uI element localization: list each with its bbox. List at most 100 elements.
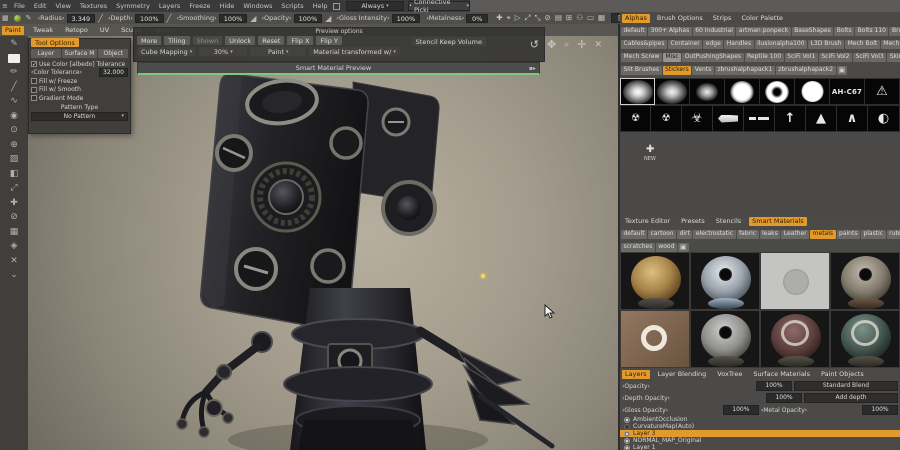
material-category[interactable]: cartoon bbox=[648, 230, 676, 239]
preview-button[interactable]: Tiling bbox=[164, 36, 189, 45]
layers-panel-tab[interactable]: Paint Objects bbox=[818, 370, 867, 379]
airbrush-tool-icon[interactable]: ◉ bbox=[10, 111, 18, 121]
fill-freeze-row[interactable]: Fill w/ Freeze bbox=[31, 77, 128, 86]
alpha-category[interactable]: Mech Prop bbox=[881, 40, 900, 49]
alpha-category[interactable]: Skin bbox=[887, 53, 900, 62]
alpha-category[interactable]: Vents bbox=[692, 66, 714, 75]
depth-control[interactable]: ‹Depth› 100% bbox=[106, 14, 164, 23]
material-category[interactable]: fabric bbox=[737, 230, 759, 239]
smudge-tool-icon[interactable]: ⊙ bbox=[10, 125, 18, 135]
preview-button[interactable]: Flip Y bbox=[316, 36, 342, 45]
texture-panel-tab[interactable]: Stencils bbox=[713, 217, 744, 226]
stencil-keep-volume-button[interactable]: Stencil Keep Volume bbox=[412, 37, 486, 46]
pan-icon[interactable]: ✛ bbox=[577, 38, 586, 51]
alpha-category[interactable]: SciFi Vol2 bbox=[819, 53, 852, 62]
alpha-thumb-bullet[interactable] bbox=[713, 105, 744, 132]
material-category[interactable]: metals bbox=[810, 230, 835, 239]
expand-icon[interactable]: ⤢ bbox=[525, 13, 531, 23]
material-thumb-steel[interactable] bbox=[690, 252, 760, 310]
fill-tool-icon[interactable] bbox=[8, 54, 20, 63]
room-tab[interactable]: Retopo bbox=[62, 26, 91, 35]
room-tab[interactable]: UV bbox=[97, 26, 112, 35]
falloff-curve-icon[interactable]: ◢ bbox=[250, 14, 256, 23]
clone-tool-icon[interactable]: ⊕ bbox=[10, 140, 18, 150]
close-icon[interactable]: ✕ bbox=[594, 40, 602, 50]
alpha-thumb-radiation-2[interactable]: ☢ bbox=[651, 105, 682, 132]
checkbox-icon[interactable] bbox=[31, 95, 37, 101]
menu-item[interactable]: File bbox=[14, 2, 25, 10]
right-panel-tab[interactable]: Strips bbox=[710, 14, 735, 23]
erase-tool-icon[interactable]: ⊘ bbox=[10, 212, 18, 222]
layers-panel-tab[interactable]: Surface Materials bbox=[750, 370, 813, 379]
alpha-category[interactable]: edge bbox=[703, 40, 723, 49]
right-panel-tab[interactable]: Brush Options bbox=[654, 14, 706, 23]
visibility-eye-icon[interactable] bbox=[624, 431, 630, 437]
alpha-category[interactable]: Misc bbox=[663, 53, 681, 62]
metalness-control[interactable]: ‹Metalness› 0% bbox=[424, 14, 488, 23]
alpha-category[interactable]: zbrushalphapack1 bbox=[715, 66, 775, 75]
collapse-icon[interactable]: ▪▸ bbox=[529, 65, 536, 72]
app-menu-icon[interactable]: ≡ bbox=[2, 2, 10, 10]
menu-item[interactable]: Windows bbox=[243, 2, 272, 10]
menu-item[interactable]: Textures bbox=[80, 2, 107, 10]
alpha-thumb-disc[interactable] bbox=[795, 78, 830, 105]
alpha-category[interactable]: 60 Industrial bbox=[693, 27, 736, 36]
pattern-tool-icon[interactable]: ▨ bbox=[10, 154, 19, 164]
alpha-category[interactable]: Container bbox=[668, 40, 702, 49]
delete-tool-icon[interactable]: ✕ bbox=[10, 256, 18, 266]
alpha-thumb-moon[interactable]: ◐ bbox=[868, 105, 900, 132]
falloff-curve-icon[interactable]: ╱ bbox=[98, 14, 103, 23]
alpha-category[interactable]: Mech Bolt bbox=[845, 40, 880, 49]
alpha-thumb-small-soft[interactable] bbox=[690, 78, 725, 105]
material-category[interactable]: wood bbox=[656, 243, 677, 252]
menu-item[interactable]: Hide bbox=[220, 2, 235, 10]
folder-icon[interactable]: ▣ bbox=[837, 66, 848, 75]
alpha-category[interactable]: Cables&pipes bbox=[621, 40, 667, 49]
material-category[interactable]: rubber bbox=[887, 230, 900, 239]
material-category[interactable]: Leather bbox=[781, 230, 809, 239]
alpha-category[interactable]: default bbox=[621, 27, 647, 36]
texture-panel-tab[interactable]: Presets bbox=[678, 217, 708, 226]
move-icon[interactable]: ✥ bbox=[547, 38, 556, 51]
alpha-thumb-circle[interactable] bbox=[725, 78, 760, 105]
color-tolerance-row[interactable]: ‹Color Tolerance› 32.000 bbox=[31, 69, 128, 78]
layers-panel-tab[interactable]: Layer Blending bbox=[655, 370, 710, 379]
layers-panel-tab[interactable]: Layers bbox=[622, 370, 650, 379]
mapping-dropdown[interactable]: Cube Mapping▾ bbox=[137, 47, 196, 56]
menu-item[interactable]: View bbox=[55, 2, 70, 10]
alpha-thumb-dashes[interactable] bbox=[744, 105, 775, 132]
menu-item[interactable]: Freeze bbox=[189, 2, 210, 10]
alpha-thumb-biohazard[interactable]: ☣ bbox=[682, 105, 713, 132]
visibility-eye-icon[interactable] bbox=[624, 424, 630, 430]
preview-button[interactable]: More bbox=[137, 36, 161, 45]
move-icon[interactable]: ✚ bbox=[496, 13, 502, 23]
material-thumb-gray-metal[interactable] bbox=[690, 310, 760, 368]
visibility-eye-icon[interactable] bbox=[624, 417, 630, 423]
smart-material-preview-bar[interactable]: Smart Material Preview ▪▸ bbox=[137, 62, 540, 75]
alpha-thumb-soft-round[interactable] bbox=[655, 78, 690, 105]
shrink-icon[interactable]: ⤡ bbox=[535, 13, 541, 23]
checkbox-checked-icon[interactable]: ✓ bbox=[31, 61, 37, 67]
radius-control[interactable]: ‹Radius› 3.349 bbox=[36, 14, 96, 23]
frame-icon[interactable]: ▭ bbox=[587, 13, 594, 23]
falloff-curve-icon[interactable]: ◢ bbox=[325, 14, 331, 23]
pencil-tool-icon[interactable]: ✏ bbox=[10, 67, 18, 77]
alpha-category[interactable]: Brushes bbox=[889, 27, 900, 36]
mesh-tool-icon[interactable]: ▦ bbox=[10, 227, 19, 237]
texture-panel-tab[interactable]: Texture Editor bbox=[622, 217, 673, 226]
material-category[interactable]: paints bbox=[837, 230, 860, 239]
alpha-category[interactable]: BaseShapes bbox=[792, 27, 834, 36]
layer-row-ambient-occlusion[interactable]: AmbientOcclusion bbox=[620, 416, 900, 423]
pick-tool-icon[interactable]: ◈ bbox=[11, 241, 18, 251]
brush-tool-icon[interactable]: ✎ bbox=[10, 39, 18, 49]
render-view-icon[interactable]: ▦ bbox=[598, 13, 605, 23]
color-swatch[interactable] bbox=[14, 15, 21, 22]
zoom-icon[interactable]: ⌖ bbox=[507, 13, 511, 23]
tolerance-value-field[interactable]: 32.000 bbox=[99, 68, 128, 77]
menu-item[interactable]: Layers bbox=[159, 2, 181, 10]
gloss-opacity-value-field[interactable]: 100% bbox=[723, 405, 759, 415]
gradient-tool-icon[interactable]: ◧ bbox=[10, 169, 19, 179]
checkbox-icon[interactable] bbox=[31, 78, 37, 84]
material-thumb-flat-gray-selected[interactable] bbox=[760, 252, 830, 310]
add-alpha-button[interactable]: ✚ bbox=[646, 145, 654, 155]
